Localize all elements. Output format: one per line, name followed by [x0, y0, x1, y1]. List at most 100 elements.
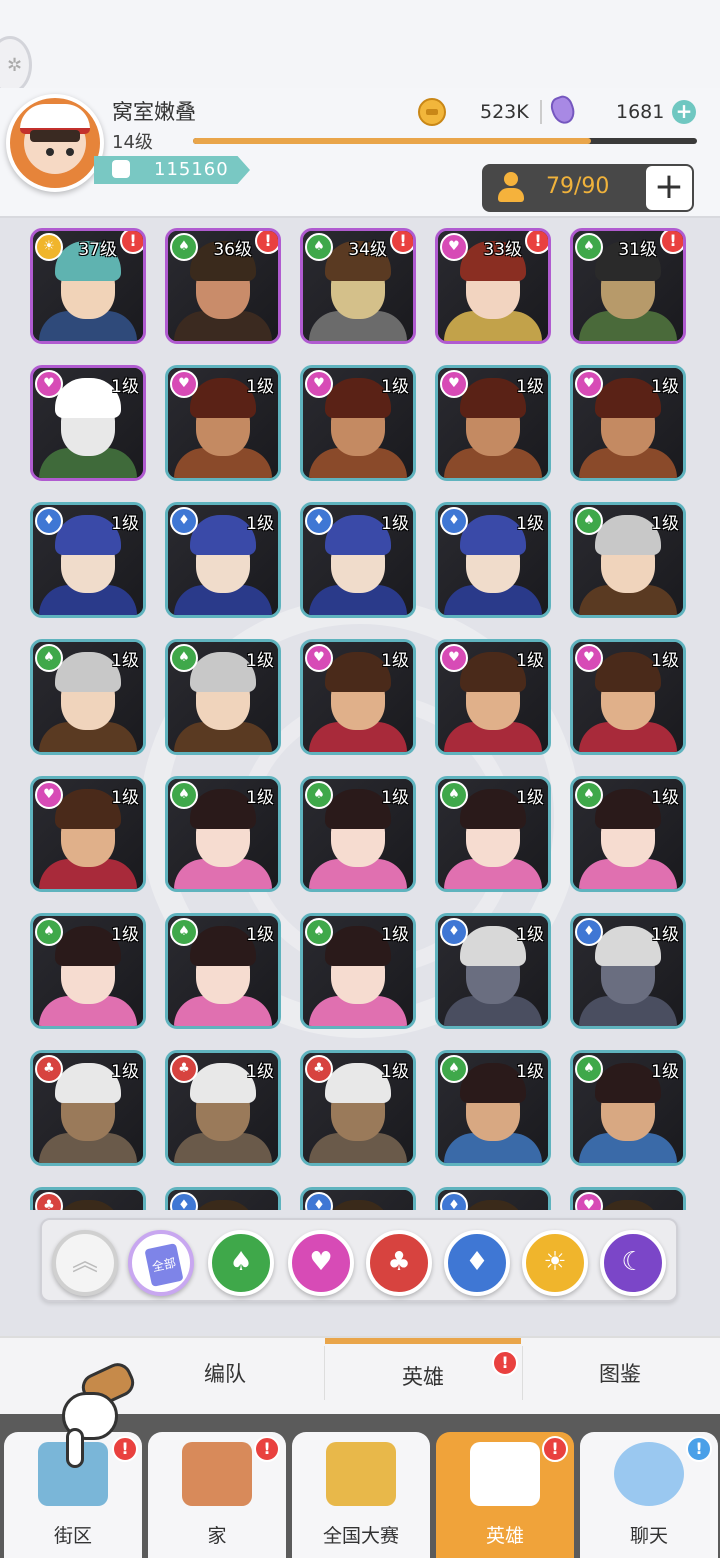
heart-icon: ♥: [35, 781, 63, 809]
hero-card[interactable]: ♥ 1级: [435, 639, 551, 755]
avatar-eye: [66, 148, 74, 156]
hero-alert-badge: !: [255, 231, 278, 254]
hero-card[interactable]: ♣ 1级: [165, 1050, 281, 1166]
add-gems-button[interactable]: +: [672, 100, 696, 124]
filter-pink-button[interactable]: ♥: [288, 1230, 354, 1296]
hero-card[interactable]: ♠ 1级: [300, 776, 416, 892]
player-level: 14级: [112, 132, 153, 153]
power-badge: 115160: [94, 156, 250, 184]
hero-card[interactable]: ♥ 33级!: [435, 228, 551, 344]
heart-icon: ♥: [440, 370, 468, 398]
spade-icon: ♠: [305, 233, 333, 261]
hero-card[interactable]: ♥ 1级: [30, 365, 146, 481]
hero-card[interactable]: ♦ 1级: [300, 502, 416, 618]
hero-level: 1级: [246, 651, 274, 671]
nav-tournament[interactable]: 全国大赛: [292, 1432, 430, 1558]
spade-icon: ♠: [35, 918, 63, 946]
hero-level: 1级: [651, 788, 679, 808]
filter-red-button[interactable]: ♣: [366, 1230, 432, 1296]
hero-card[interactable]: ♠ 1级: [570, 1050, 686, 1166]
filter-green-button[interactable]: ♠: [208, 1230, 274, 1296]
hero-card[interactable]: ♥ 1级: [30, 776, 146, 892]
spade-icon: ♠: [35, 644, 63, 672]
filter-gold-button[interactable]: ☀: [522, 1230, 588, 1296]
hero-level: 1级: [246, 925, 274, 945]
nav-heroes-alert-badge: !: [542, 1436, 568, 1462]
sun-icon: ☀: [35, 233, 63, 261]
hero-level: 1级: [381, 514, 409, 534]
nav-tournament-label: 全国大赛: [322, 1525, 399, 1547]
hero-level: 1级: [516, 788, 544, 808]
hero-card[interactable]: ♠ 1级: [30, 913, 146, 1029]
tutorial-hand-pointer: [52, 1358, 139, 1472]
spade-icon: ♠: [575, 233, 603, 261]
heart-icon: ♥: [305, 644, 333, 672]
hero-level: 1级: [381, 651, 409, 671]
hero-card[interactable]: ♠ 1级: [165, 776, 281, 892]
hero-card[interactable]: ♦: [435, 1187, 551, 1210]
hero-level: 1级: [516, 1062, 544, 1082]
expand-capacity-button[interactable]: +: [646, 166, 692, 210]
hero-card[interactable]: ♥ 1级: [165, 365, 281, 481]
hero-card[interactable]: ♦ 1级: [435, 913, 551, 1029]
tab-heroes[interactable]: 英雄: [325, 1338, 521, 1416]
hero-grid[interactable]: ☀ 37级! ♠ 36级! ♠ 34级! ♥ 33级! ♠ 31级! ♥ 1级 ♥ 1级 ♥ 1级 ♥ 1级 ♥ 1级…: [0, 218, 720, 1210]
filter-blue-button[interactable]: ♦: [444, 1230, 510, 1296]
collapse-filter-button[interactable]: ︽: [52, 1230, 118, 1296]
hero-card[interactable]: ♣ 1级: [300, 1050, 416, 1166]
chat-bubble-icon: [614, 1442, 684, 1506]
hero-card[interactable]: ♠ 1级: [570, 776, 686, 892]
hero-level: 1级: [111, 788, 139, 808]
player-name: 窝室嫩叠: [112, 100, 196, 124]
hero-card[interactable]: ♦ 1级: [570, 913, 686, 1029]
hero-card[interactable]: ♦ 1级: [435, 502, 551, 618]
hero-card[interactable]: ♠ 1级: [165, 639, 281, 755]
hero-card[interactable]: ♥ 1级: [300, 639, 416, 755]
hero-level: 1级: [516, 514, 544, 534]
hero-card[interactable]: ♠ 1级: [300, 913, 416, 1029]
tab-heroes-alert-badge: !: [492, 1350, 518, 1376]
diamond-icon: ♦: [170, 507, 198, 535]
hero-card[interactable]: ♠ 31级!: [570, 228, 686, 344]
spade-icon: ♠: [305, 918, 333, 946]
hero-card[interactable]: ♥ 1级: [435, 365, 551, 481]
nav-street-label: 街区: [53, 1525, 92, 1547]
spade-icon: ♠: [229, 1247, 253, 1277]
hero-card[interactable]: ♠ 1级: [435, 776, 551, 892]
capacity-value: 79/90: [546, 174, 610, 199]
hero-card[interactable]: ♠ 1级: [165, 913, 281, 1029]
hero-card[interactable]: ♠ 36级!: [165, 228, 281, 344]
nav-home-alert-badge: !: [254, 1436, 280, 1462]
filter-all-button[interactable]: 全部: [128, 1230, 194, 1296]
hero-level: 34级: [348, 240, 387, 260]
hero-card[interactable]: ♣ 1级: [30, 1050, 146, 1166]
hero-card[interactable]: ♥ 1级: [570, 365, 686, 481]
hero-card[interactable]: ♥: [570, 1187, 686, 1210]
hero-card[interactable]: ♦ 1级: [30, 502, 146, 618]
resource-divider: [540, 100, 542, 124]
hero-level: 1级: [111, 514, 139, 534]
hero-card[interactable]: ♥ 1级: [300, 365, 416, 481]
hero-card[interactable]: ♦: [165, 1187, 281, 1210]
hero-card[interactable]: ♠ 1级: [570, 502, 686, 618]
hero-card[interactable]: ♦: [300, 1187, 416, 1210]
filter-all-label: 全部: [144, 1243, 184, 1287]
fist-icon: [112, 160, 130, 178]
tab-formation[interactable]: 编队: [128, 1338, 322, 1416]
hero-level: 1级: [651, 1062, 679, 1082]
hero-card[interactable]: ♠ 1级: [30, 639, 146, 755]
avatar[interactable]: [6, 94, 104, 192]
hero-level: 1级: [651, 514, 679, 534]
nav-home-label: 家: [207, 1525, 227, 1547]
hero-card[interactable]: ♠ 1级: [435, 1050, 551, 1166]
hero-cards-icon: [470, 1442, 540, 1506]
hero-card[interactable]: ♦ 1级: [165, 502, 281, 618]
hero-level: 1级: [246, 788, 274, 808]
hero-card[interactable]: ♥ 1级: [570, 639, 686, 755]
hero-card[interactable]: ♠ 34级!: [300, 228, 416, 344]
tab-codex[interactable]: 图鉴: [523, 1338, 717, 1416]
hero-card[interactable]: ♣: [30, 1187, 146, 1210]
hero-card[interactable]: ☀ 37级!: [30, 228, 146, 344]
filter-purple-button[interactable]: ☾: [600, 1230, 666, 1296]
nav-heroes-label: 英雄: [485, 1525, 524, 1547]
